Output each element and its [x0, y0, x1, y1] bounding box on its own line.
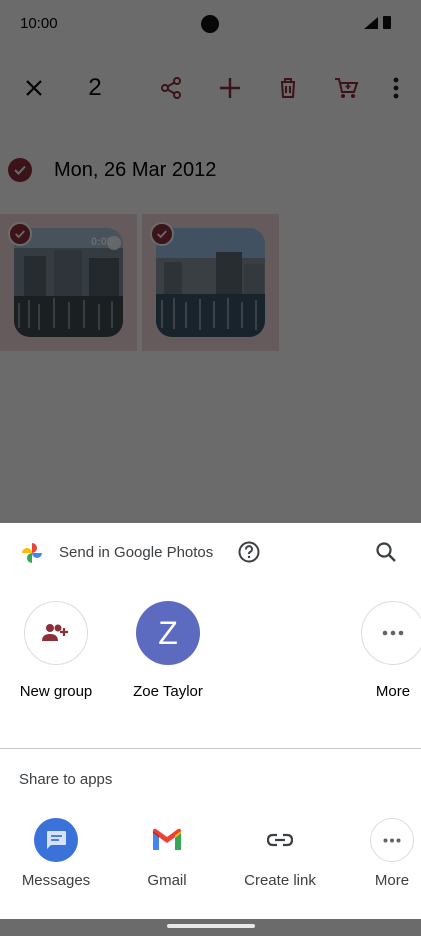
camera-cutout [201, 15, 219, 33]
share-sheet-header: Send in Google Photos [0, 523, 421, 583]
close-icon[interactable] [14, 60, 54, 116]
selected-check-icon[interactable] [150, 222, 174, 246]
app-label: Create link [244, 872, 316, 889]
photo-thumbnail[interactable] [142, 214, 279, 351]
share-icon[interactable] [151, 60, 191, 116]
link-icon [258, 818, 302, 862]
contact-name: Zoe Taylor [133, 683, 203, 700]
status-bar: 10:00 [0, 0, 421, 48]
new-group-button[interactable]: New group [6, 601, 106, 700]
status-time: 10:00 [20, 15, 58, 32]
select-date-check-icon[interactable] [8, 158, 32, 182]
create-link-button[interactable]: Create link [230, 818, 330, 889]
screen: 10:00 2 Mon, 26 Mar 2012 0:05 Send in Go… [0, 0, 421, 936]
help-icon[interactable] [238, 541, 260, 563]
play-icon [107, 236, 121, 250]
more-apps-button[interactable]: More [342, 818, 421, 889]
more-contacts-label: More [375, 683, 411, 700]
more-horiz-icon [361, 601, 421, 665]
share-sheet: Send in Google Photos New group Z Zoe Ta… [0, 523, 421, 919]
app-label: Gmail [147, 872, 187, 889]
order-prints-icon[interactable] [326, 60, 366, 116]
app-label: Messages [21, 872, 91, 889]
messages-icon [34, 818, 78, 862]
photo-thumbnail-image [156, 228, 265, 337]
selected-check-icon[interactable] [8, 222, 32, 246]
selection-toolbar: 2 [0, 60, 421, 116]
more-contacts-button[interactable]: More [343, 601, 421, 700]
new-group-label: New group [19, 683, 93, 700]
app-gmail[interactable]: Gmail [117, 818, 217, 889]
battery-icon [383, 16, 391, 29]
app-label: More [374, 872, 410, 889]
signal-icon [364, 17, 378, 29]
date-label: Mon, 26 Mar 2012 [54, 158, 217, 181]
add-icon[interactable] [210, 60, 250, 116]
date-header: Mon, 26 Mar 2012 [8, 152, 216, 188]
send-in-google-photos-label: Send in Google Photos [59, 544, 214, 561]
google-photos-logo-icon [22, 543, 42, 563]
share-to-apps-title: Share to apps [19, 771, 113, 788]
app-messages[interactable]: Messages [6, 818, 106, 889]
search-icon[interactable] [374, 540, 398, 564]
new-group-icon [24, 601, 88, 665]
more-horiz-icon [370, 818, 414, 862]
gmail-icon [145, 818, 189, 862]
divider [0, 748, 421, 749]
delete-icon[interactable] [268, 60, 308, 116]
avatar: Z [136, 601, 200, 665]
photo-thumbnail[interactable]: 0:05 [0, 214, 137, 351]
more-options-icon[interactable] [384, 60, 408, 116]
home-handle[interactable] [167, 924, 255, 928]
photos-selection-view: 10:00 2 Mon, 26 Mar 2012 0:05 [0, 0, 421, 523]
selected-count: 2 [88, 74, 102, 101]
contact-zoe-taylor[interactable]: Z Zoe Taylor [118, 601, 218, 700]
